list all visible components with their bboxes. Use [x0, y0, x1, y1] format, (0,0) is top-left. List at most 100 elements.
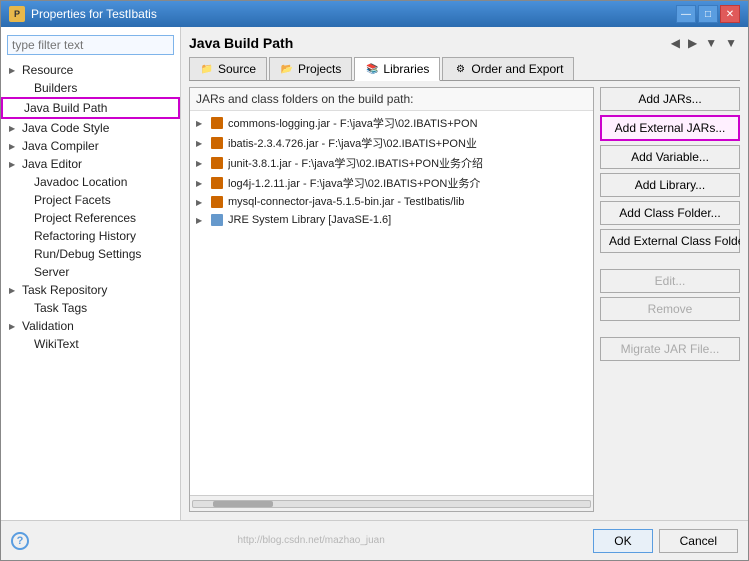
expand-arrow: ▶ [196, 119, 206, 128]
right-panel: Java Build Path ◀ ▶ ▼ ▼ 📁 Source 📂 Proje… [181, 27, 748, 520]
sidebar-item-java-compiler[interactable]: ▶ Java Compiler [1, 137, 180, 155]
nav-dropdown-button[interactable]: ▼ [702, 35, 720, 51]
list-item[interactable]: ▶ mysql-connector-java-5.1.5-bin.jar - T… [192, 193, 591, 211]
build-path-panel: JARs and class folders on the build path… [189, 87, 594, 512]
tab-label: Projects [298, 62, 341, 76]
main-content: JARs and class folders on the build path… [189, 87, 740, 512]
jar-file-icon [210, 116, 224, 130]
sidebar-item-label: Validation [22, 319, 74, 333]
tab-label: Libraries [383, 62, 429, 76]
ok-button[interactable]: OK [593, 529, 652, 553]
tabs-bar: 📁 Source 📂 Projects 📚 Libraries ⚙ Order … [189, 57, 740, 81]
build-path-label: JARs and class folders on the build path… [190, 88, 593, 111]
sidebar-item-label: Builders [34, 81, 77, 95]
sidebar-item-label: Refactoring History [34, 229, 136, 243]
tab-libraries[interactable]: 📚 Libraries [354, 57, 440, 81]
sidebar-item-label: Java Editor [22, 157, 82, 171]
sidebar-item-label: Resource [22, 63, 73, 77]
add-external-class-folder-button[interactable]: Add External Class Folder... [600, 229, 740, 253]
window-title: Properties for TestIbatis [31, 7, 157, 21]
sidebar-item-label: Javadoc Location [34, 175, 127, 189]
list-item[interactable]: ▶ ibatis-2.3.4.726.jar - F:\java学习\02.IB… [192, 133, 591, 153]
title-bar-left: P Properties for TestIbatis [9, 6, 157, 22]
expand-arrow: ▶ [9, 142, 19, 151]
sidebar-item-project-references[interactable]: Project References [13, 209, 180, 227]
sidebar-item-project-facets[interactable]: Project Facets [13, 191, 180, 209]
expand-arrow: ▶ [9, 66, 19, 75]
cancel-button[interactable]: Cancel [659, 529, 738, 553]
add-library-button[interactable]: Add Library... [600, 173, 740, 197]
sidebar-item-label: WikiText [34, 337, 79, 351]
help-button[interactable]: ? [11, 532, 29, 550]
list-item[interactable]: ▶ junit-3.8.1.jar - F:\java学习\02.IBATIS+… [192, 153, 591, 173]
jar-file-icon [210, 156, 224, 170]
horizontal-scrollbar[interactable] [190, 495, 593, 511]
remove-button[interactable]: Remove [600, 297, 740, 321]
libraries-tab-icon: 📚 [365, 62, 379, 76]
add-jars-button[interactable]: Add JARs... [600, 87, 740, 111]
tab-source[interactable]: 📁 Source [189, 57, 267, 80]
jar-file-icon [210, 195, 224, 209]
title-buttons: — □ ✕ [676, 5, 740, 23]
sidebar-item-task-tags[interactable]: Task Tags [13, 299, 180, 317]
jar-file-icon [210, 176, 224, 190]
expand-arrow: ▶ [196, 159, 206, 168]
expand-arrow: ▶ [9, 322, 19, 331]
sidebar-item-run-debug-settings[interactable]: Run/Debug Settings [13, 245, 180, 263]
list-item[interactable]: ▶ log4j-1.2.11.jar - F:\java学习\02.IBATIS… [192, 173, 591, 193]
list-item[interactable]: ▶ commons-logging.jar - F:\java学习\02.IBA… [192, 113, 591, 133]
add-variable-button[interactable]: Add Variable... [600, 145, 740, 169]
dialog-buttons: OK Cancel [593, 529, 738, 553]
sidebar-item-resource[interactable]: ▶ Resource [1, 61, 180, 79]
sidebar-item-refactoring-history[interactable]: Refactoring History [13, 227, 180, 245]
migrate-jar-button[interactable]: Migrate JAR File... [600, 337, 740, 361]
sidebar-item-task-repository[interactable]: ▶ Task Repository [1, 281, 180, 299]
tab-order-export[interactable]: ⚙ Order and Export [442, 57, 574, 80]
expand-arrow: ▶ [196, 139, 206, 148]
source-tab-icon: 📁 [200, 62, 214, 76]
scrollbar-track[interactable] [192, 500, 591, 508]
nav-forward-button[interactable]: ▶ [685, 35, 700, 51]
sidebar-item-label: Java Compiler [22, 139, 99, 153]
sidebar-item-wikitext[interactable]: WikiText [13, 335, 180, 353]
filter-input[interactable] [7, 35, 174, 55]
close-button[interactable]: ✕ [720, 5, 740, 23]
sidebar-item-label: Task Tags [34, 301, 87, 315]
minimize-button[interactable]: — [676, 5, 696, 23]
scrollbar-thumb[interactable] [213, 501, 273, 507]
nav-back-button[interactable]: ◀ [668, 35, 683, 51]
tab-projects[interactable]: 📂 Projects [269, 57, 352, 80]
sidebar-item-java-code-style[interactable]: ▶ Java Code Style [1, 119, 180, 137]
list-item[interactable]: ▶ JRE System Library [JavaSE-1.6] [192, 211, 591, 229]
sidebar-item-label: Project Facets [34, 193, 111, 207]
sidebar-item-server[interactable]: Server [13, 263, 180, 281]
jar-list[interactable]: ▶ commons-logging.jar - F:\java学习\02.IBA… [190, 111, 593, 495]
sidebar-item-javadoc-location[interactable]: Javadoc Location [13, 173, 180, 191]
sidebar-item-validation[interactable]: ▶ Validation [1, 317, 180, 335]
window-icon: P [9, 6, 25, 22]
bottom-bar: ? http://blog.csdn.net/mazhao_juan OK Ca… [1, 520, 748, 560]
sidebar-item-java-editor[interactable]: ▶ Java Editor [1, 155, 180, 173]
expand-arrow: ▶ [196, 198, 206, 207]
jar-item-label: ibatis-2.3.4.726.jar - F:\java学习\02.IBAT… [228, 135, 477, 151]
jar-item-label: log4j-1.2.11.jar - F:\java学习\02.IBATIS+P… [228, 175, 480, 191]
right-header: Java Build Path ◀ ▶ ▼ ▼ [189, 35, 740, 51]
sidebar-item-label: Java Code Style [22, 121, 109, 135]
sidebar-item-builders[interactable]: Builders [13, 79, 180, 97]
jar-item-label: JRE System Library [JavaSE-1.6] [228, 214, 391, 226]
maximize-button[interactable]: □ [698, 5, 718, 23]
left-panel: ▶ Resource Builders Java Build Path ▶ Ja… [1, 27, 181, 520]
navigation-arrows: ◀ ▶ ▼ ▼ [668, 35, 740, 51]
jar-item-label: junit-3.8.1.jar - F:\java学习\02.IBATIS+PO… [228, 155, 483, 171]
edit-button[interactable]: Edit... [600, 269, 740, 293]
sidebar-item-label: Run/Debug Settings [34, 247, 141, 261]
add-class-folder-button[interactable]: Add Class Folder... [600, 201, 740, 225]
title-bar: P Properties for TestIbatis — □ ✕ [1, 1, 748, 27]
sidebar-item-java-build-path[interactable]: Java Build Path [1, 97, 180, 119]
sidebar-item-label: Project References [34, 211, 136, 225]
add-external-jars-button[interactable]: Add External JARs... [600, 115, 740, 141]
expand-arrow: ▶ [196, 216, 206, 225]
nav-dropdown2-button[interactable]: ▼ [722, 35, 740, 51]
expand-arrow: ▶ [9, 160, 19, 169]
expand-arrow: ▶ [9, 124, 19, 133]
